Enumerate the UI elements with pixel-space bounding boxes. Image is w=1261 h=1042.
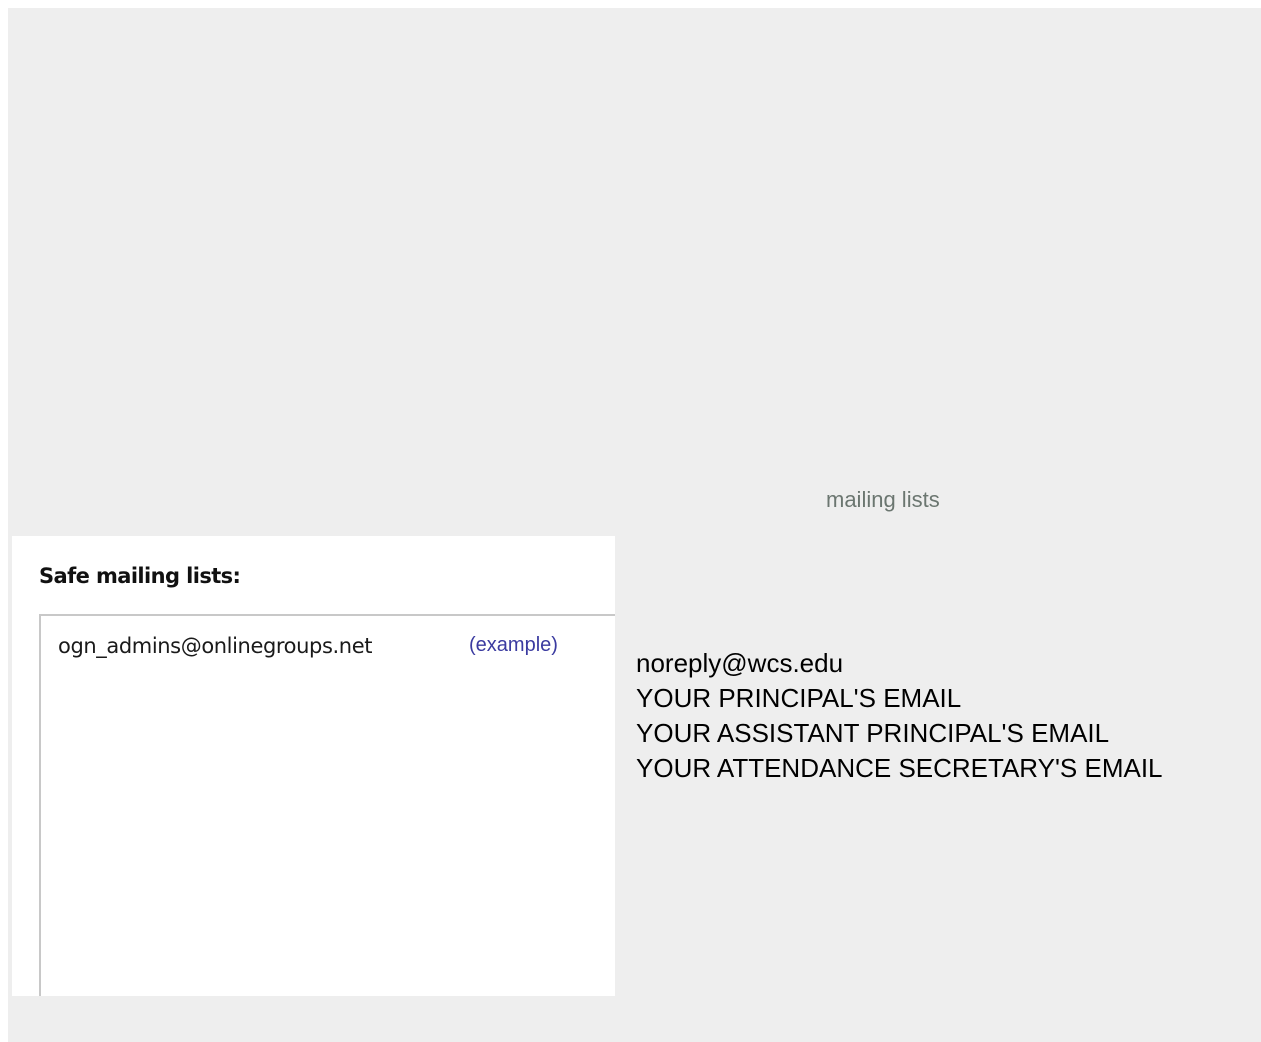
address-line: YOUR PRINCIPAL'S EMAIL [636, 683, 962, 713]
safe-mailing-lists-box: ogn_admins@onlinegroups.net (example) [39, 614, 615, 996]
address-line: noreply@wcs.edu [636, 648, 844, 678]
address-line: YOUR ATTENDANCE SECRETARY'S EMAIL [636, 753, 1163, 783]
image-caption: mailing lists [826, 487, 940, 512]
safe-mailing-lists-heading: Safe mailing lists: [39, 564, 241, 588]
mailing-list-entry: ogn_admins@onlinegroups.net [58, 634, 373, 658]
safe-mailing-lists-screenshot: Safe mailing lists: ogn_admins@onlinegro… [12, 536, 615, 996]
address-list: noreply@wcs.edu YOUR PRINCIPAL'S EMAIL Y… [636, 646, 1163, 786]
page-content: mailing lists Safe mailing lists: ogn_ad… [8, 8, 1261, 1042]
address-line: YOUR ASSISTANT PRINCIPAL'S EMAIL [636, 718, 1110, 748]
example-note: (example) [469, 634, 558, 656]
